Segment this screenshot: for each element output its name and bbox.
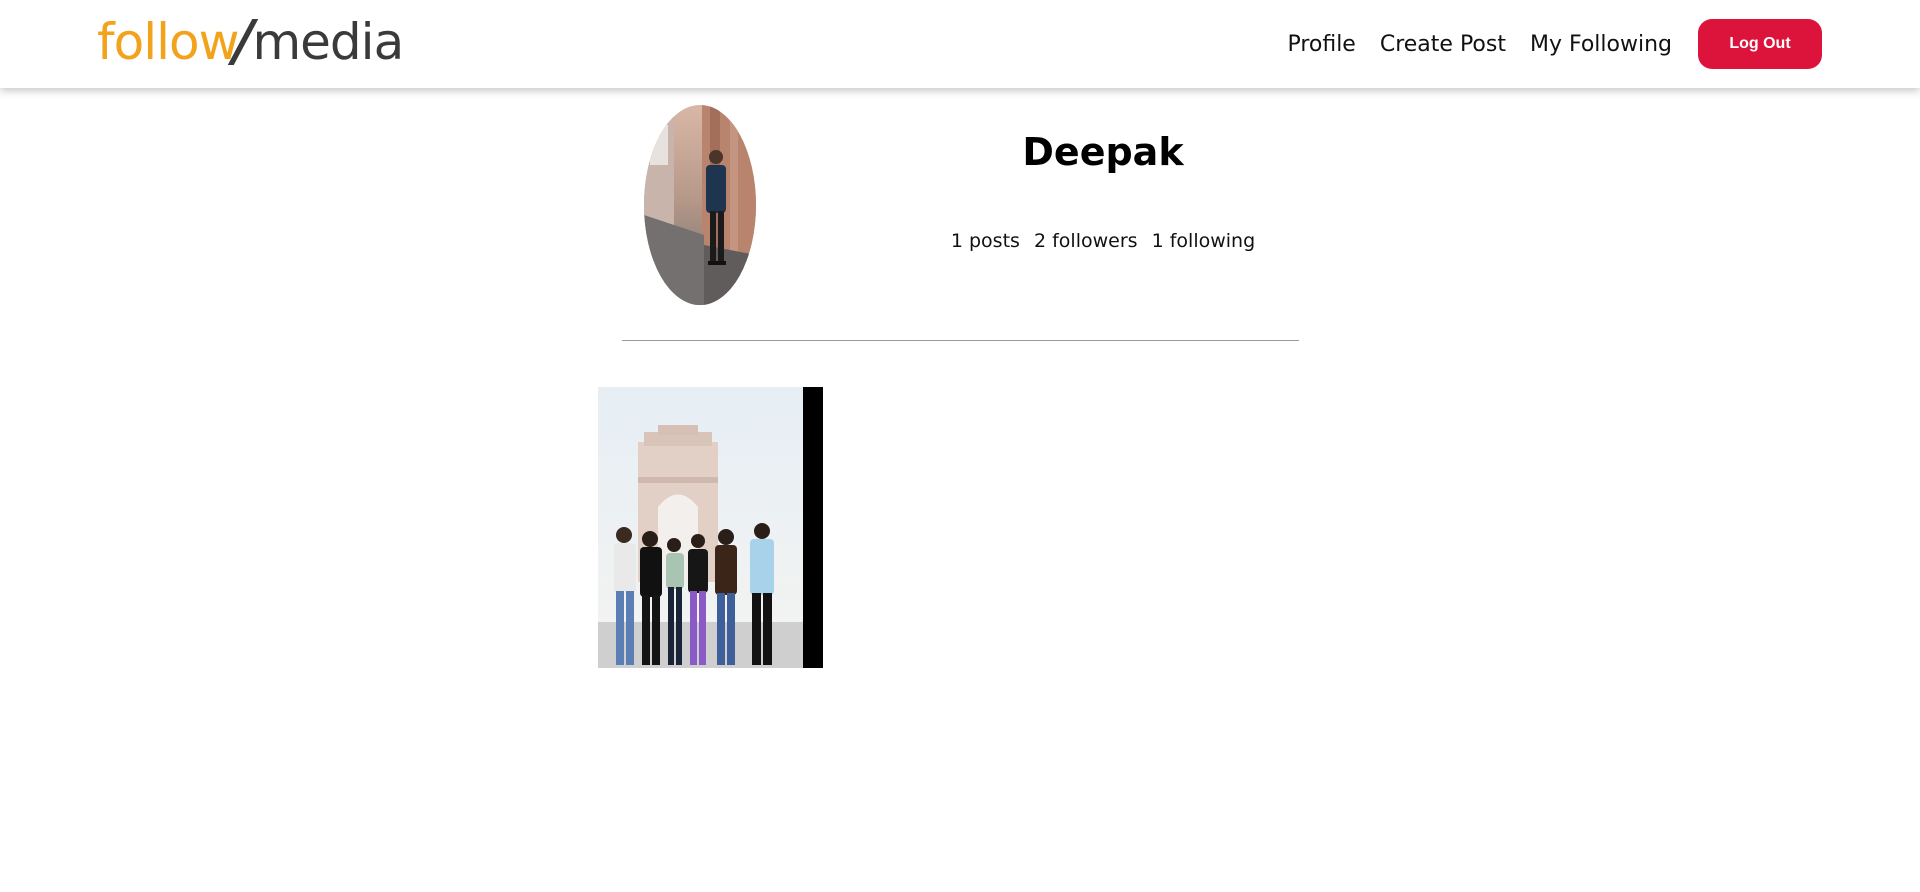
logout-button[interactable]: Log Out	[1698, 19, 1822, 69]
nav-my-following-link[interactable]: My Following	[1530, 32, 1672, 57]
following-count: 1 following	[1151, 230, 1256, 252]
main-nav: Profile Create Post My Following Log Out	[1287, 18, 1822, 70]
nav-profile-link[interactable]: Profile	[1287, 32, 1355, 57]
post-thumbnail[interactable]	[598, 387, 823, 668]
profile-stats: 1 posts 2 followers 1 following	[880, 230, 1326, 252]
top-nav-bar: follow media Profile Create Post My Follo…	[0, 0, 1920, 88]
followers-count: 2 followers	[1033, 230, 1138, 252]
profile-username: Deepak	[1022, 130, 1184, 174]
post-photo	[598, 387, 823, 668]
profile-avatar	[644, 105, 756, 305]
posts-count: 1 posts	[950, 230, 1020, 252]
logo-text-follow: follow	[97, 13, 239, 71]
avatar-photo	[644, 105, 756, 305]
logo-text-media: media	[252, 13, 404, 71]
followmedia-logo[interactable]: follow media	[97, 10, 404, 74]
section-divider	[622, 340, 1299, 341]
nav-create-post-link[interactable]: Create Post	[1380, 32, 1506, 57]
